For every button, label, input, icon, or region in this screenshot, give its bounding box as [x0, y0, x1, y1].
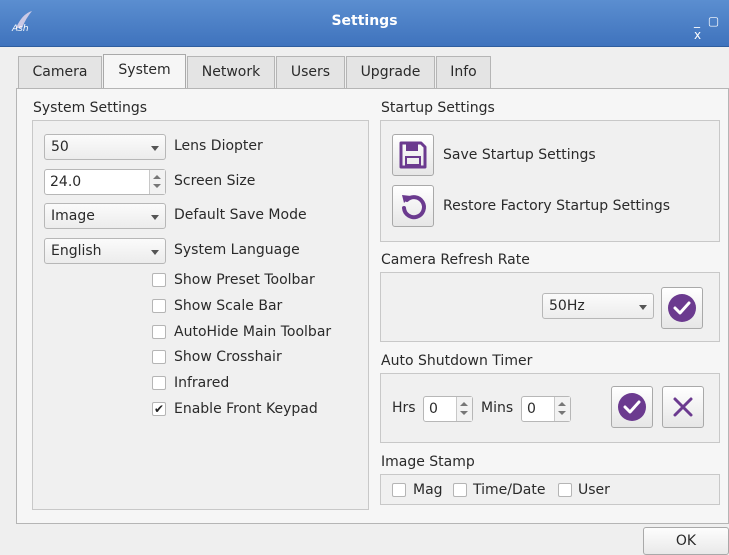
- spin-up-icon[interactable]: [460, 402, 468, 406]
- apply-refresh-rate-button[interactable]: [661, 287, 703, 329]
- mins-label: Mins: [481, 400, 514, 416]
- chevron-down-icon: [151, 250, 159, 255]
- spin-up-icon[interactable]: [558, 402, 566, 406]
- close-icon: [673, 397, 693, 417]
- stamp-time-date-checkbox[interactable]: [453, 483, 467, 497]
- infrared-checkbox[interactable]: [152, 376, 166, 390]
- spin-down-icon[interactable]: [460, 411, 468, 415]
- system-settings-title: System Settings: [33, 100, 148, 116]
- ok-button[interactable]: OK: [643, 527, 729, 555]
- image-stamp-title: Image Stamp: [381, 454, 475, 470]
- check-circle-icon: [618, 393, 646, 421]
- window-controls[interactable]: _ ▢ x: [694, 14, 729, 42]
- save-floppy-icon: [399, 141, 427, 169]
- chevron-down-icon: [639, 305, 647, 310]
- refresh-rate-select[interactable]: 50Hz: [542, 293, 654, 319]
- restore-icon: [402, 195, 426, 220]
- stamp-user-checkbox[interactable]: [558, 483, 572, 497]
- show-scale-bar-label: Show Scale Bar: [174, 298, 283, 314]
- autohide-main-toolbar-label: AutoHide Main Toolbar: [174, 324, 332, 340]
- tab-info[interactable]: Info: [436, 56, 491, 88]
- shutdown-timer-title: Auto Shutdown Timer: [381, 353, 533, 369]
- spin-buttons[interactable]: [554, 397, 570, 421]
- stamp-user-label: User: [578, 482, 610, 498]
- spin-buttons[interactable]: [456, 397, 472, 421]
- mins-spinbox[interactable]: 0: [521, 396, 571, 422]
- spin-up-icon[interactable]: [153, 175, 161, 179]
- mins-value: 0: [527, 401, 536, 417]
- lens-diopter-value: 50: [51, 139, 69, 155]
- restore-factory-label: Restore Factory Startup Settings: [443, 198, 670, 214]
- checkmark-icon: ✔: [153, 402, 165, 416]
- tab-upgrade[interactable]: Upgrade: [346, 56, 435, 88]
- spin-down-icon[interactable]: [153, 184, 161, 188]
- restore-factory-button[interactable]: [392, 185, 434, 227]
- enable-front-keypad-checkbox[interactable]: ✔: [152, 402, 166, 416]
- system-language-select[interactable]: English: [44, 238, 166, 264]
- spin-buttons[interactable]: [149, 170, 165, 194]
- system-language-label: System Language: [174, 242, 300, 258]
- hrs-spinbox[interactable]: 0: [423, 396, 473, 422]
- save-startup-label: Save Startup Settings: [443, 147, 596, 163]
- title-bar: Ash Settings _ ▢ x: [0, 0, 729, 47]
- system-language-value: English: [51, 243, 102, 259]
- refresh-rate-value: 50Hz: [549, 298, 585, 314]
- default-save-mode-select[interactable]: Image: [44, 203, 166, 229]
- refresh-rate-title: Camera Refresh Rate: [381, 252, 530, 268]
- tab-system[interactable]: System: [103, 54, 186, 89]
- cancel-shutdown-timer-button[interactable]: [662, 386, 704, 428]
- screen-size-label: Screen Size: [174, 173, 256, 189]
- check-circle-icon: [668, 294, 696, 322]
- startup-settings-title: Startup Settings: [381, 100, 495, 116]
- tab-camera[interactable]: Camera: [18, 56, 102, 88]
- stamp-mag-checkbox[interactable]: [392, 483, 406, 497]
- default-save-mode-value: Image: [51, 208, 95, 224]
- lens-diopter-label: Lens Diopter: [174, 138, 263, 154]
- screen-size-value: 24.0: [50, 174, 82, 190]
- show-preset-toolbar-label: Show Preset Toolbar: [174, 272, 315, 288]
- enable-front-keypad-label: Enable Front Keypad: [174, 401, 318, 417]
- hrs-value: 0: [429, 401, 438, 417]
- infrared-label: Infrared: [174, 375, 230, 391]
- screen-size-spinbox[interactable]: 24.0: [44, 169, 166, 195]
- show-scale-bar-checkbox[interactable]: [152, 299, 166, 313]
- show-preset-toolbar-checkbox[interactable]: [152, 273, 166, 287]
- stamp-mag-label: Mag: [413, 482, 443, 498]
- show-crosshair-label: Show Crosshair: [174, 349, 282, 365]
- apply-shutdown-timer-button[interactable]: [611, 386, 653, 428]
- chevron-down-icon: [151, 215, 159, 220]
- autohide-main-toolbar-checkbox[interactable]: [152, 325, 166, 339]
- spin-down-icon[interactable]: [558, 411, 566, 415]
- tab-network[interactable]: Network: [187, 56, 275, 88]
- default-save-mode-label: Default Save Mode: [174, 207, 307, 223]
- save-startup-button[interactable]: [392, 134, 434, 176]
- chevron-down-icon: [151, 146, 159, 151]
- stamp-time-date-label: Time/Date: [473, 482, 546, 498]
- hrs-label: Hrs: [392, 400, 416, 416]
- window-title: Settings: [331, 13, 398, 29]
- tab-users[interactable]: Users: [276, 56, 345, 88]
- show-crosshair-checkbox[interactable]: [152, 350, 166, 364]
- lens-diopter-select[interactable]: 50: [44, 134, 166, 160]
